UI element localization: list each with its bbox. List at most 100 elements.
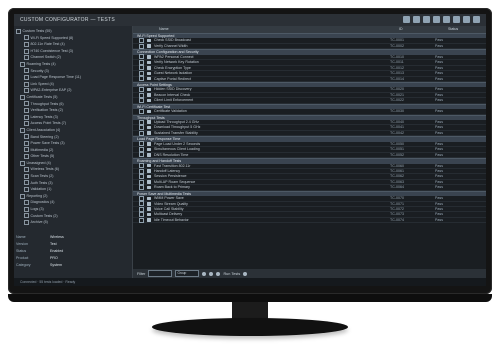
tree-checkbox[interactable]	[24, 35, 29, 41]
row-checkbox[interactable]	[139, 130, 144, 136]
tree-item[interactable]: Other Tests (5)	[16, 153, 130, 160]
row-checkbox[interactable]	[139, 146, 144, 152]
tree-item[interactable]: Channel Switch (2)	[16, 54, 130, 61]
tree-checkbox[interactable]	[24, 213, 29, 219]
tree-checkbox[interactable]	[24, 48, 29, 54]
tree-item[interactable]: Security (3)	[16, 68, 130, 75]
column-status[interactable]: Status	[444, 26, 478, 33]
tree-checkbox[interactable]	[24, 180, 29, 186]
tree-item[interactable]: Verification Tests (2)	[16, 107, 130, 114]
row-checkbox[interactable]	[139, 152, 144, 158]
row-checkbox[interactable]	[139, 217, 144, 223]
tree-item[interactable]: Wireless Tests (6)	[16, 166, 130, 173]
minimize-icon[interactable]	[463, 16, 470, 23]
row-checkbox[interactable]	[139, 179, 144, 185]
tree-item[interactable]: Diagnostics (4)	[16, 199, 130, 206]
tree-item[interactable]: Client Association (4)	[16, 127, 130, 134]
tree-checkbox[interactable]	[24, 41, 29, 47]
tree-checkbox[interactable]	[20, 160, 25, 166]
tree-item[interactable]: Roaming Tests (4)	[16, 61, 130, 68]
tree-checkbox[interactable]	[20, 193, 25, 199]
tree-checkbox[interactable]	[24, 68, 29, 74]
tree-item[interactable]: Throughput Tests (6)	[16, 101, 130, 108]
row-checkbox[interactable]	[139, 76, 144, 82]
user-icon[interactable]	[423, 16, 430, 23]
tree-checkbox[interactable]	[24, 121, 29, 127]
row-checkbox[interactable]	[139, 125, 144, 131]
row-checkbox[interactable]	[139, 212, 144, 218]
tree-checkbox[interactable]	[24, 154, 29, 160]
tree-checkbox[interactable]	[24, 74, 29, 80]
column-name[interactable]: Name	[155, 26, 395, 33]
tree-checkbox[interactable]	[24, 134, 29, 140]
tree-item[interactable]: WPA2-Enterprise EAP (2)	[16, 87, 130, 94]
row-checkbox[interactable]	[139, 70, 144, 76]
row-checkbox[interactable]	[139, 201, 144, 207]
play-icon[interactable]	[243, 271, 248, 276]
tree-item[interactable]: Validation (1)	[16, 186, 130, 193]
tree-checkbox[interactable]	[24, 101, 29, 107]
tree-item[interactable]: Auth Tests (3)	[16, 180, 130, 187]
tree-item[interactable]: Link Speed (4)	[16, 81, 130, 88]
tree-item[interactable]: Band Steering (2)	[16, 134, 130, 141]
tree-item[interactable]: Custom Tests (55)	[16, 28, 130, 35]
help-icon[interactable]	[453, 16, 460, 23]
tree-item[interactable]: Latency Tests (3)	[16, 114, 130, 121]
group-select[interactable]: Group	[175, 270, 200, 277]
tree-checkbox[interactable]	[24, 206, 29, 212]
row-checkbox[interactable]	[139, 59, 144, 65]
tree-item[interactable]: Unassigned (4)	[16, 160, 130, 167]
run-tests-button[interactable]: Run Tests	[223, 272, 240, 276]
close-icon[interactable]	[473, 16, 480, 23]
tree-checkbox[interactable]	[20, 94, 25, 100]
tree-checkbox[interactable]	[24, 220, 29, 226]
tree-item[interactable]: HT40 Coexistence Test (3)	[16, 48, 130, 55]
tree-checkbox[interactable]	[24, 107, 29, 113]
tree-checkbox[interactable]	[24, 173, 29, 179]
tree-item[interactable]: Power Save Tests (3)	[16, 140, 130, 147]
row-checkbox[interactable]	[139, 92, 144, 98]
tree-item[interactable]: 802.11n Rate Test (4)	[16, 41, 130, 48]
tree-checkbox[interactable]	[24, 55, 29, 61]
tree-item[interactable]: Archive (5)	[16, 219, 130, 226]
tree-checkbox[interactable]	[24, 200, 29, 206]
row-checkbox[interactable]	[139, 119, 144, 125]
tree-item[interactable]: Certificate Tests (5)	[16, 94, 130, 101]
row-checkbox[interactable]	[139, 184, 144, 190]
tree-checkbox[interactable]	[24, 88, 29, 94]
row-checkbox[interactable]	[139, 65, 144, 71]
row-checkbox[interactable]	[139, 43, 144, 49]
row-checkbox[interactable]	[139, 108, 144, 114]
column-id[interactable]: ID	[395, 26, 444, 33]
tree-checkbox[interactable]	[16, 28, 21, 34]
tree-item[interactable]: Scan Tests (2)	[16, 173, 130, 180]
row-checkbox[interactable]	[139, 38, 144, 44]
row-checkbox[interactable]	[139, 54, 144, 60]
settings-icon[interactable]	[209, 271, 214, 276]
copy-icon[interactable]	[216, 271, 221, 276]
tree-item[interactable]: Load Page Response Time (11)	[16, 74, 130, 81]
row-checkbox[interactable]	[139, 87, 144, 93]
tree-checkbox[interactable]	[24, 81, 29, 87]
row-checkbox[interactable]	[139, 168, 144, 174]
row-checkbox[interactable]	[139, 97, 144, 103]
refresh-icon[interactable]	[202, 271, 207, 276]
tree-checkbox[interactable]	[20, 61, 25, 67]
tree-checkbox[interactable]	[24, 167, 29, 173]
export-icon[interactable]	[443, 16, 450, 23]
row-checkbox[interactable]	[139, 206, 144, 212]
row-checkbox[interactable]	[139, 195, 144, 201]
tree-checkbox[interactable]	[24, 114, 29, 120]
tree-checkbox[interactable]	[24, 187, 29, 193]
row-checkbox[interactable]	[139, 174, 144, 180]
settings-icon[interactable]	[413, 16, 420, 23]
tree-checkbox[interactable]	[24, 147, 29, 153]
save-icon[interactable]	[433, 16, 440, 23]
table-row[interactable]: Idle Timeout Behavior TC-0074 Pass	[133, 217, 486, 224]
tree-item[interactable]: Logs (3)	[16, 206, 130, 213]
filter-select[interactable]	[148, 270, 173, 277]
tree-item[interactable]: Wi-Fi Speed Supported (8)	[16, 35, 130, 42]
tree-checkbox[interactable]	[20, 127, 25, 133]
tree-checkbox[interactable]	[24, 140, 29, 146]
tree-item[interactable]: Multimedia (2)	[16, 147, 130, 154]
